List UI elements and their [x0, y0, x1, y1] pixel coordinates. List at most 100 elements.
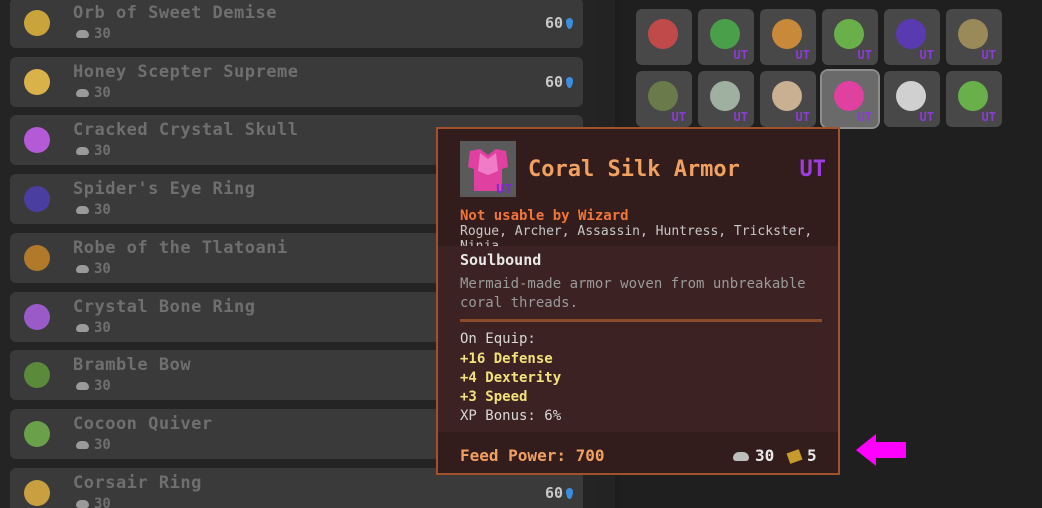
item-name: Bramble Bow [73, 355, 192, 376]
power-value: 60 [545, 73, 573, 91]
feed-power: Feed Power: 700 [460, 446, 605, 465]
skull-icon [24, 127, 50, 154]
on-equip-label: On Equip: [460, 331, 536, 347]
inventory-slot[interactable]: UT [820, 69, 880, 129]
list-item[interactable]: Honey Scepter Supreme 30 60 [10, 56, 583, 107]
fame-amount: 30 [94, 378, 111, 395]
skull-icon [710, 81, 740, 111]
inventory-slot[interactable]: UT [760, 71, 816, 127]
fame-amount: 30 [755, 446, 775, 465]
inventory-slot[interactable]: UT [884, 71, 940, 127]
fame-amount: 30 [94, 436, 111, 453]
pointer-arrow-icon [856, 434, 906, 466]
fame-cost: 30 [76, 378, 111, 394]
power-value: 60 [545, 14, 573, 32]
gold-icon [786, 449, 803, 464]
item-name: Robe of the Tlatoani [73, 237, 288, 258]
item-name: Cocoon Quiver [73, 413, 213, 434]
tier-label: UT [733, 48, 748, 62]
armor-icon: UT [460, 141, 516, 198]
stat-line: +16 Defense [460, 351, 553, 367]
fame-cost: 30 [76, 320, 111, 336]
fame-icon [76, 264, 89, 273]
drop-icon [566, 487, 573, 499]
fame-value: 30 [733, 446, 774, 465]
restriction-text: Not usable by Wizard [460, 208, 629, 224]
drop-icon [566, 18, 573, 29]
fame-cost: 30 [76, 202, 111, 218]
ring-icon [24, 479, 50, 506]
item-name: Cracked Crystal Skull [73, 120, 299, 141]
power-amount: 60 [544, 14, 563, 32]
fame-icon [76, 382, 89, 391]
inventory-slot[interactable]: UT [946, 9, 1002, 65]
staff-icon [710, 19, 740, 49]
item-name: Orb of Sweet Demise [73, 3, 277, 23]
fame-cost: 30 [76, 261, 111, 277]
inventory-slot[interactable]: UT [946, 71, 1002, 127]
power-value: 60 [545, 484, 573, 502]
fame-amount: 30 [94, 202, 111, 219]
necklace-icon [834, 19, 864, 49]
item-tier: UT [799, 157, 827, 182]
fame-amount: 30 [94, 260, 111, 277]
hat-icon [772, 81, 802, 111]
dagger-icon [958, 81, 988, 111]
shield-icon [958, 19, 988, 49]
inventory-slot[interactable]: UT [636, 71, 692, 127]
item-name: Corsair Ring [73, 472, 202, 493]
stat-line: +3 Speed [460, 389, 528, 405]
list-item[interactable]: Orb of Sweet Demise 30 60 [10, 0, 583, 48]
fame-amount: 30 [94, 26, 111, 42]
xp-bonus: XP Bonus: 6% [460, 408, 562, 424]
fame-cost: 30 [76, 437, 111, 453]
fame-amount: 30 [94, 143, 111, 160]
inventory-slot[interactable]: UT [698, 9, 754, 65]
tier-label: UT [919, 110, 934, 124]
scepter-icon [24, 68, 50, 95]
fame-icon [76, 206, 89, 215]
drop-icon [566, 76, 573, 88]
fame-cost: 30 [76, 496, 111, 508]
amulet-icon [772, 19, 802, 49]
fame-icon [76, 440, 89, 449]
icon-tier-label: UT [496, 182, 513, 197]
cost-value: 5 [786, 446, 817, 465]
quiver-icon [24, 420, 50, 447]
stat-line: +4 Dexterity [460, 370, 562, 386]
tier-label: UT [795, 110, 810, 124]
tier-label: UT [733, 110, 748, 124]
item-name: Spider's Eye Ring [73, 179, 256, 200]
fame-icon [76, 499, 89, 508]
fame-amount: 30 [94, 84, 111, 101]
soulbound-label: Soulbound [460, 251, 542, 269]
power-amount: 60 [544, 72, 563, 91]
inventory-slot[interactable]: UT [760, 9, 816, 65]
robe-icon [24, 244, 50, 271]
fame-icon [76, 30, 89, 38]
hood-icon [896, 81, 926, 111]
bow-icon [648, 81, 678, 111]
tier-label: UT [671, 110, 686, 124]
inventory-slot[interactable]: UT [698, 71, 754, 127]
power-amount: 60 [544, 483, 563, 502]
fame-icon [76, 323, 89, 332]
tier-label: UT [919, 48, 934, 62]
ring-icon [24, 303, 50, 330]
fame-icon [76, 147, 89, 156]
inventory-slot[interactable]: UT [822, 9, 878, 65]
tier-label: UT [981, 48, 996, 62]
inventory-slot[interactable]: UT [884, 9, 940, 65]
divider [460, 319, 822, 322]
tooltip-footer: Feed Power: 700 30 5 [438, 432, 838, 475]
fame-cost: 30 [76, 143, 111, 159]
tooltip-header: UT Coral Silk Armor UT Not usable by Wiz… [438, 129, 838, 254]
item-name: Crystal Bone Ring [73, 296, 256, 317]
inventory-slot[interactable] [636, 9, 692, 65]
fame-icon [76, 88, 89, 97]
tier-label: UT [981, 110, 996, 124]
tier-label: UT [857, 110, 872, 124]
item-tooltip: UT Coral Silk Armor UT Not usable by Wiz… [436, 127, 840, 475]
fame-cost: 30 [76, 85, 111, 101]
item-description: Mermaid-made armor woven from unbreakabl… [460, 276, 806, 311]
